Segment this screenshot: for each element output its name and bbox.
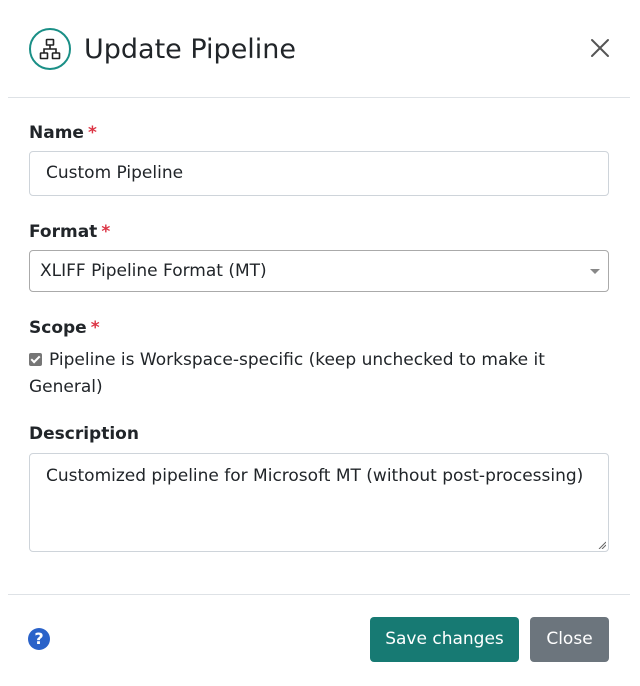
- workspace-specific-checkbox-label: Pipeline is Workspace-specific (keep unc…: [29, 350, 545, 397]
- scope-checkbox-row: Pipeline is Workspace-specific (keep unc…: [29, 347, 589, 401]
- format-selected-value: XLIFF Pipeline Format (MT): [40, 261, 267, 281]
- required-marker: *: [90, 318, 100, 338]
- name-input[interactable]: Custom Pipeline: [29, 151, 609, 196]
- description-label: Description: [29, 424, 139, 444]
- format-label-text: Format: [29, 222, 98, 242]
- name-label: Name *: [29, 121, 97, 145]
- close-icon[interactable]: [588, 36, 612, 60]
- save-changes-button[interactable]: Save changes: [370, 617, 519, 662]
- dropdown-arrow-icon: [590, 269, 600, 274]
- description-textarea[interactable]: Customized pipeline for Microsoft MT (wi…: [29, 453, 609, 552]
- dialog-header: Update Pipeline: [8, 0, 630, 98]
- question-circle-icon[interactable]: ?: [28, 628, 50, 650]
- format-select[interactable]: XLIFF Pipeline Format (MT): [29, 250, 609, 292]
- update-pipeline-dialog: Update Pipeline Name * Custom Pipeline Fo…: [0, 0, 640, 686]
- scope-label: Scope *: [29, 316, 100, 340]
- required-marker: *: [87, 123, 97, 143]
- required-marker: *: [101, 222, 111, 242]
- name-label-text: Name: [29, 123, 84, 143]
- scope-label-text: Scope: [29, 318, 87, 338]
- resize-handle-icon[interactable]: [598, 541, 606, 549]
- description-text: Customized pipeline for Microsoft MT (wi…: [46, 466, 584, 486]
- workspace-specific-checkbox[interactable]: [29, 353, 42, 366]
- footer-divider: [8, 594, 630, 595]
- format-label: Format *: [29, 220, 110, 244]
- close-button[interactable]: Close: [530, 617, 609, 662]
- sitemap-icon: [29, 28, 71, 70]
- dialog-title: Update Pipeline: [84, 34, 297, 65]
